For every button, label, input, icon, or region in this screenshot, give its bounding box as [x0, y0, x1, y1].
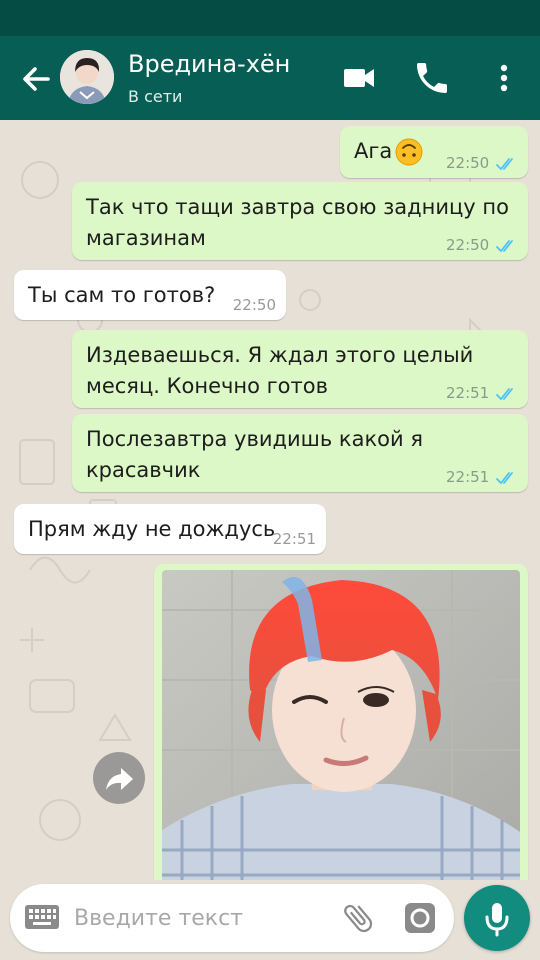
double-check-read-icon [496, 387, 513, 400]
message-text-line: красавчик [86, 458, 201, 482]
chat-header: Вредина-хён В сети [0, 36, 540, 120]
message-input-bar: Введите текст [0, 880, 540, 960]
message-text: Ага [354, 139, 393, 163]
message-time: 22:51 [272, 530, 316, 548]
message-time: 22:50 [445, 154, 490, 172]
status-bar [0, 0, 540, 36]
message-bubble-outgoing[interactable]: Так что тащи завтра свою задницу по мага… [72, 182, 528, 260]
message-text-line: месяц. Конечно готов [86, 374, 328, 398]
message-meta: 22:51 [446, 468, 518, 486]
photo-message-bubble[interactable] [154, 564, 528, 880]
message-time: 22:50 [445, 236, 490, 254]
forward-share-button[interactable] [93, 752, 145, 804]
message-bubble-outgoing[interactable]: Ага 22:50 [340, 126, 528, 178]
message-bubble-incoming[interactable]: Прям жду не дождусь 22:51 [14, 504, 326, 554]
contact-status: В сети [128, 87, 183, 106]
message-meta: 22:50 [446, 236, 518, 254]
attach-icon[interactable] [340, 900, 376, 936]
camera-icon[interactable] [402, 900, 438, 936]
message-bubble-outgoing[interactable]: Издеваешься. Я ждал этого целый месяц. К… [72, 330, 528, 408]
message-meta: 22:50 [233, 296, 276, 314]
message-meta: 22:51 [273, 530, 316, 548]
message-bubble-outgoing[interactable]: Послезавтра увидишь какой я красавчик 22… [72, 414, 528, 492]
photo-image[interactable] [162, 570, 520, 880]
video-call-icon[interactable] [340, 58, 380, 98]
double-check-read-icon [496, 157, 513, 170]
upside-down-face-emoji-icon [395, 138, 423, 166]
message-meta: 22:51 [446, 384, 518, 402]
phone-icon[interactable] [412, 58, 452, 98]
message-meta: 22:50 [446, 154, 518, 172]
message-time: 22:50 [232, 296, 276, 314]
message-text-line: Послезавтра увидишь какой я [86, 427, 423, 451]
mic-button[interactable] [464, 885, 530, 951]
more-vertical-icon[interactable] [484, 58, 524, 98]
avatar[interactable] [60, 50, 114, 104]
message-text-line: магазинам [86, 226, 206, 250]
message-text-line: Так что тащи завтра свою задницу по [86, 195, 509, 219]
mic-icon [485, 903, 509, 937]
double-check-read-icon [496, 471, 513, 484]
chat-area[interactable]: Ага 22:50 Так что тащи завтра свою задни… [0, 120, 540, 880]
input-placeholder: Введите текст [74, 906, 243, 931]
back-arrow-icon[interactable] [18, 60, 58, 98]
keyboard-icon[interactable] [24, 904, 60, 930]
message-time: 22:51 [445, 468, 490, 486]
contact-name[interactable]: Вредина-хён [128, 50, 290, 78]
message-input[interactable]: Введите текст [10, 884, 454, 952]
message-time: 22:51 [445, 384, 490, 402]
message-text: Прям жду не дождусь [28, 517, 276, 541]
message-text: Ты сам то готов? [28, 283, 216, 307]
forward-arrow-icon [106, 768, 133, 790]
message-bubble-incoming[interactable]: Ты сам то готов? 22:50 [14, 270, 286, 320]
double-check-read-icon [496, 239, 513, 252]
message-text-line: Издеваешься. Я ждал этого целый [86, 343, 474, 367]
